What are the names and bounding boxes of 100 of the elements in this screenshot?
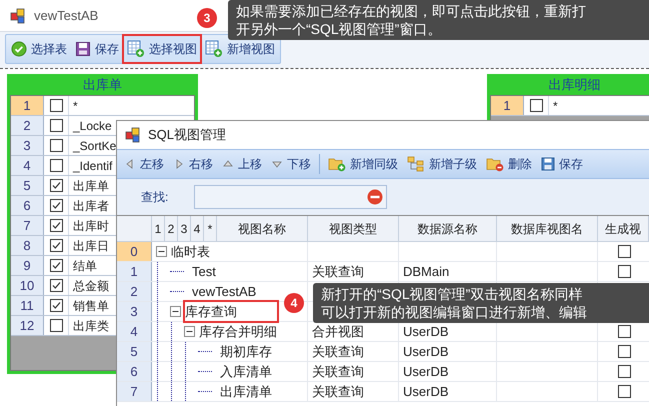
table-title: 出库单 xyxy=(82,76,123,94)
checkbox[interactable] xyxy=(50,299,62,312)
field-name: 出库单 xyxy=(73,178,109,194)
checkbox[interactable] xyxy=(50,199,62,212)
field-name: 出库者 xyxy=(73,198,109,214)
checkbox[interactable] xyxy=(50,119,62,132)
tree-node[interactable]: 出库清单 xyxy=(220,382,272,402)
checkbox[interactable] xyxy=(50,139,62,152)
row-number: 6 xyxy=(117,362,152,381)
table-cell-text: 关联查询 xyxy=(312,362,364,381)
field-name: _Locke xyxy=(73,118,112,134)
callout-tooltip: 如果需要添加已经存在的视图，即可点击此按钮，重新打 开另外一个“SQL视图管理”窗口。 xyxy=(228,0,649,40)
row-number: 4 xyxy=(117,322,152,341)
row-number: 7 xyxy=(117,382,152,401)
field-name: 总金额 xyxy=(73,278,109,294)
table-add-icon xyxy=(127,40,145,58)
row-number: 8 xyxy=(11,236,44,255)
row-number: 3 xyxy=(11,136,44,155)
field-name: _SortKe xyxy=(73,138,116,154)
field-name: _Identif xyxy=(73,158,112,174)
table-cell-text: DBMain xyxy=(403,262,450,281)
collapse-icon[interactable] xyxy=(170,306,181,317)
field-name: * xyxy=(553,98,558,114)
tree-node[interactable]: 期初库存 xyxy=(220,342,272,362)
tree-node[interactable]: 入库清单 xyxy=(220,362,272,382)
row-number: 5 xyxy=(117,342,152,361)
table-cell-text: UserDB xyxy=(403,322,449,341)
checkbox[interactable] xyxy=(50,179,62,192)
save-icon xyxy=(75,41,91,57)
row-number: 0 xyxy=(117,242,152,261)
field-name: 出库日 xyxy=(73,238,109,254)
collapse-icon[interactable] xyxy=(156,246,167,257)
tree-node[interactable]: vewTestAB xyxy=(192,282,256,302)
toolbar-button[interactable]: 选择视图 xyxy=(124,36,200,62)
row-number: 10 xyxy=(11,276,44,295)
tree-node[interactable]: 临时表 xyxy=(171,242,210,262)
toolbar-button[interactable]: 保存 xyxy=(538,152,586,176)
row-number: 2 xyxy=(117,282,152,301)
level-button[interactable]: 3 xyxy=(178,216,191,241)
column-header: 数据源名称 xyxy=(399,216,497,241)
dialog-title: SQL视图管理 xyxy=(148,126,226,144)
level-button[interactable]: 1 xyxy=(152,216,165,241)
table-title: 出库明细 xyxy=(548,76,602,94)
app-icon xyxy=(10,8,26,24)
checkbox[interactable] xyxy=(50,319,62,332)
toolbar-button[interactable]: 左移 xyxy=(121,152,167,176)
checkbox[interactable] xyxy=(50,219,62,232)
checkbox[interactable] xyxy=(50,259,62,272)
checkbox[interactable] xyxy=(618,245,631,258)
column-header: 视图名称 xyxy=(217,216,308,241)
checkbox[interactable] xyxy=(618,385,631,398)
checkbox[interactable] xyxy=(618,345,631,358)
level-button[interactable]: 4 xyxy=(191,216,204,241)
checkbox[interactable] xyxy=(50,159,62,172)
toolbar-button[interactable]: 新增子级 xyxy=(404,152,480,176)
row-number: 12 xyxy=(11,316,44,335)
toolbar-button[interactable]: 右移 xyxy=(170,152,216,176)
checkbox[interactable] xyxy=(618,325,631,338)
column-header: 生成视 xyxy=(598,216,649,241)
row-number: 11 xyxy=(11,296,44,315)
toolbar-button[interactable]: 选择表 xyxy=(8,36,70,62)
window-title: vewTestAB xyxy=(34,6,98,25)
search-field[interactable] xyxy=(194,185,388,209)
tree-node[interactable]: Test xyxy=(192,262,216,282)
toolbar-button[interactable]: 删除 xyxy=(483,152,535,176)
row-number: 1 xyxy=(117,262,152,281)
collapse-icon[interactable] xyxy=(184,326,195,337)
row-number: 9 xyxy=(11,256,44,275)
level-button[interactable]: 2 xyxy=(165,216,178,241)
tree-node[interactable]: 库存查询 xyxy=(185,302,277,322)
folder-add-icon xyxy=(328,156,346,172)
table-cell-text: UserDB xyxy=(403,382,449,401)
checkbox[interactable] xyxy=(618,365,631,378)
row-number: 4 xyxy=(11,156,44,175)
table-cell-text: 关联查询 xyxy=(312,342,364,361)
column-header: 视图类型 xyxy=(308,216,399,241)
checkbox[interactable] xyxy=(530,99,542,112)
table-cell-text: UserDB xyxy=(403,342,449,361)
toolbar-button[interactable]: 保存 xyxy=(72,36,122,62)
table-cell-text: UserDB xyxy=(403,362,449,381)
column-header: 数据库视图名 xyxy=(497,216,598,241)
toolbar-button[interactable]: 下移 xyxy=(268,152,314,176)
row-number: 5 xyxy=(11,176,44,195)
row-number: 3 xyxy=(117,302,152,321)
field-name: * xyxy=(73,98,78,114)
search-label: 查找: xyxy=(141,189,168,206)
level-button[interactable]: * xyxy=(204,216,217,241)
table-add-icon xyxy=(205,40,223,58)
table-cell-text: 关联查询 xyxy=(312,382,364,401)
checkbox[interactable] xyxy=(50,279,62,292)
field-name: 出库时 xyxy=(73,218,109,234)
checkbox[interactable] xyxy=(50,99,62,112)
toolbar-button[interactable]: 新增同级 xyxy=(325,152,401,176)
checkbox[interactable] xyxy=(50,239,62,252)
checkbox[interactable] xyxy=(618,265,631,278)
tree-node[interactable]: 库存合并明细 xyxy=(199,322,277,342)
toolbar-button[interactable]: 上移 xyxy=(219,152,265,176)
field-name: 结单 xyxy=(73,258,97,274)
table-cell-text: 合并视图 xyxy=(312,322,364,341)
clear-icon[interactable] xyxy=(367,189,384,205)
